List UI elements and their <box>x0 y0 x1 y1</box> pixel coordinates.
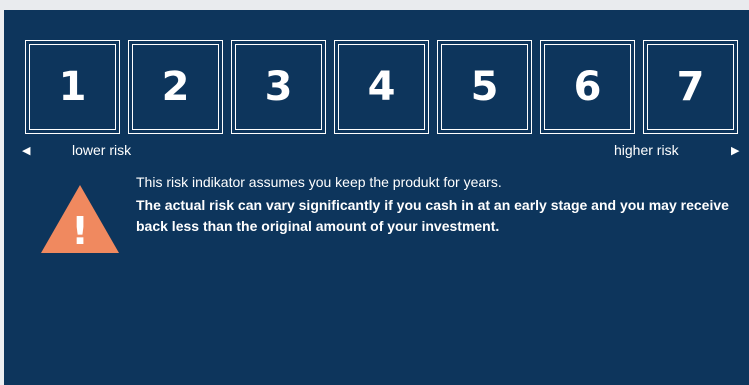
lower-risk-label: lower risk <box>72 142 132 158</box>
risk-level-4: 4 <box>334 40 429 134</box>
risk-level-7-number: 7 <box>647 44 734 130</box>
risk-scale: 1 2 3 4 5 6 7 <box>25 40 740 134</box>
warning-exclamation: ! <box>71 209 88 253</box>
risk-level-3-number: 3 <box>235 44 322 130</box>
risk-level-7: 7 <box>643 40 738 134</box>
risk-level-1: 1 <box>25 40 120 134</box>
risk-level-1-number: 1 <box>29 44 116 130</box>
risk-level-4-number: 4 <box>338 44 425 130</box>
risk-notice-line-2: The actual risk can vary significantly i… <box>136 197 729 234</box>
risk-panel: 1 2 3 4 5 6 7 ◀ lower risk higher risk ▶… <box>4 10 749 385</box>
right-arrow-icon: ▶ <box>731 145 740 157</box>
warning-icon: ! <box>41 185 119 253</box>
higher-risk-label: higher risk <box>614 142 679 158</box>
screen-frame: 1 2 3 4 5 6 7 ◀ lower risk higher risk ▶… <box>0 0 749 385</box>
left-arrow-icon: ◀ <box>22 145 31 157</box>
risk-level-2: 2 <box>128 40 223 134</box>
risk-level-6-number: 6 <box>544 44 631 130</box>
risk-notice-line-1: This risk indikator assumes you keep the… <box>136 174 502 190</box>
risk-level-6: 6 <box>540 40 635 134</box>
risk-level-5-number: 5 <box>441 44 528 130</box>
top-strip <box>0 0 749 10</box>
risk-level-2-number: 2 <box>132 44 219 130</box>
risk-level-5: 5 <box>437 40 532 134</box>
risk-level-3: 3 <box>231 40 326 134</box>
